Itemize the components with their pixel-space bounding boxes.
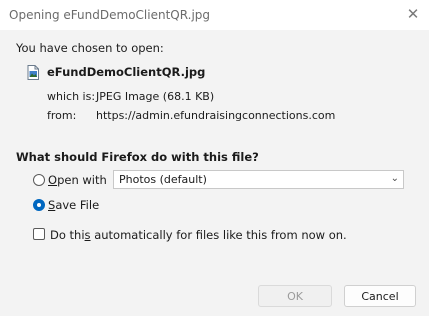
open-with-app-select[interactable]: Photos (default) ⌄ bbox=[113, 170, 404, 189]
open-with-mnemonic: O bbox=[48, 173, 58, 187]
open-with-radio[interactable] bbox=[33, 174, 45, 186]
open-with-app-value: Photos (default) bbox=[119, 173, 207, 186]
auto-action-checkbox[interactable] bbox=[33, 228, 45, 240]
dialog-body: You have chosen to open: eFundDemoClient… bbox=[0, 30, 429, 316]
auto-action-label[interactable]: Do this automatically for files like thi… bbox=[50, 228, 347, 242]
window-title: Opening eFundDemoClientQR.jpg bbox=[9, 8, 211, 22]
which-is-label: which is: bbox=[47, 90, 96, 103]
action-question: What should Firefox do with this file? bbox=[16, 150, 259, 164]
open-with-label[interactable]: Open with bbox=[48, 173, 107, 187]
chevron-down-icon: ⌄ bbox=[390, 173, 399, 184]
intro-text: You have chosen to open: bbox=[16, 41, 164, 55]
source-url-value: https://admin.efundraisingconnections.co… bbox=[96, 109, 336, 122]
save-file-label[interactable]: Save File bbox=[48, 198, 99, 212]
cancel-button[interactable]: Cancel bbox=[344, 285, 416, 307]
ok-button[interactable]: OK bbox=[258, 285, 332, 307]
save-file-radio[interactable] bbox=[33, 199, 45, 211]
image-file-icon bbox=[27, 65, 39, 80]
file-type-value: JPEG Image (68.1 KB) bbox=[96, 90, 215, 103]
title-bar: Opening eFundDemoClientQR.jpg ✕ bbox=[0, 0, 429, 30]
from-label: from: bbox=[47, 109, 77, 122]
close-icon[interactable]: ✕ bbox=[405, 6, 421, 22]
file-name: eFundDemoClientQR.jpg bbox=[47, 65, 206, 79]
